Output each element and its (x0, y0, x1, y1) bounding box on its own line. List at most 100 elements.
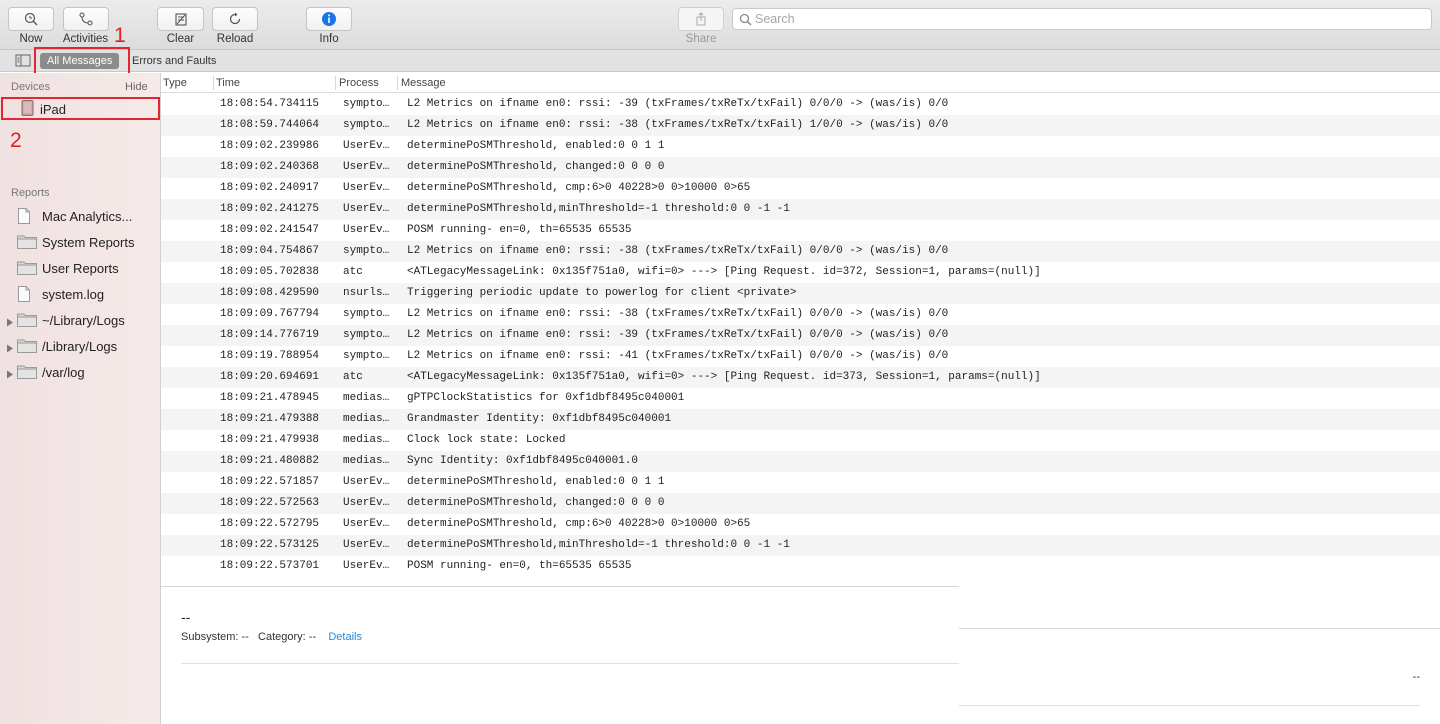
process-cell: sympto… (343, 98, 390, 110)
table-row[interactable]: 18:09:21.480882 medias… Sync Identity: 0xf… (161, 451, 1440, 472)
table-row[interactable]: 18:09:22.573701 UserEv… POSM running- en=0… (161, 556, 1440, 577)
table-row[interactable]: 18:09:20.694691 atc <ATLegacyMessageLink: … (161, 367, 1440, 388)
errors-faults-tab[interactable]: Errors and Faults (125, 53, 223, 69)
process-cell: UserEv… (343, 182, 390, 194)
time-cell: 18:09:21.479388 (220, 413, 320, 425)
process-cell: UserEv… (343, 140, 390, 152)
clear-button[interactable]: Clear (157, 0, 204, 50)
time-cell: 18:09:21.479938 (220, 434, 320, 446)
table-row[interactable]: 18:09:21.478945 medias… gPTPClockStatistic… (161, 388, 1440, 409)
table-row[interactable]: 18:09:22.571857 UserEv… determinePoSMThres… (161, 472, 1440, 493)
process-cell: sympto… (343, 245, 390, 257)
activities-label: Activities (62, 33, 109, 45)
column-header-message[interactable]: Message (401, 77, 446, 89)
process-cell: medias… (343, 392, 390, 404)
search-icon (739, 13, 752, 26)
detail-title: -- (181, 609, 191, 625)
message-cell: gPTPClockStatistics for 0xf1dbf8495c0400… (407, 392, 685, 404)
table-row[interactable]: 18:08:59.744064 sympto… L2 Metrics on ifna… (161, 115, 1440, 136)
table-row[interactable]: 18:09:04.754867 sympto… L2 Metrics on ifna… (161, 241, 1440, 262)
message-cell: L2 Metrics on ifname en0: rssi: -38 (txF… (407, 119, 949, 131)
table-row[interactable]: 18:09:22.572795 UserEv… determinePoSMThres… (161, 514, 1440, 535)
now-icon (8, 7, 54, 31)
time-cell: 18:09:02.240917 (220, 182, 320, 194)
search-input[interactable] (755, 11, 1415, 27)
message-cell: Sync Identity: 0xf1dbf8495c040001.0 (407, 455, 639, 467)
detail-divider (959, 705, 1420, 706)
sidebar-item-label: User Reports (42, 261, 119, 276)
log-table-body: 18:08:54.734115 sympto… L2 Metrics on ifna… (161, 94, 1440, 624)
table-row[interactable]: 18:09:02.241275 UserEv… determinePoSMThres… (161, 199, 1440, 220)
table-row[interactable]: 18:09:22.572563 UserEv… determinePoSMThres… (161, 493, 1440, 514)
details-link[interactable]: Details (328, 631, 362, 643)
table-row[interactable]: 18:09:02.240368 UserEv… determinePoSMThres… (161, 157, 1440, 178)
table-row[interactable]: 18:09:09.767794 sympto… L2 Metrics on ifna… (161, 304, 1440, 325)
now-button[interactable]: Now (8, 0, 54, 50)
table-row[interactable]: 18:08:54.734115 sympto… L2 Metrics on ifna… (161, 94, 1440, 115)
folder-icon (17, 364, 37, 382)
process-cell: sympto… (343, 329, 390, 341)
sidebar-item-label: system.log (42, 287, 105, 302)
sidebar-item-system-reports[interactable]: System Reports (0, 230, 160, 254)
message-cell: POSM running- en=0, th=65535 65535 (407, 224, 632, 236)
search-field[interactable] (732, 8, 1432, 30)
disclosure-triangle-icon[interactable] (6, 341, 14, 356)
detail-divider (181, 663, 959, 664)
time-cell: 18:09:02.241547 (220, 224, 320, 236)
sidebar-toggle-icon[interactable] (15, 54, 31, 70)
filter-bar: All Messages Errors and Faults (0, 47, 1440, 75)
column-header-type[interactable]: Type (163, 77, 187, 89)
info-label: Info (319, 33, 339, 45)
column-divider[interactable] (213, 76, 214, 90)
sidebar-item-user-reports[interactable]: User Reports (0, 256, 160, 280)
time-cell: 18:09:14.776719 (220, 329, 320, 341)
column-divider[interactable] (397, 76, 398, 90)
column-divider[interactable] (335, 76, 336, 90)
table-row[interactable]: 18:09:14.776719 sympto… L2 Metrics on ifna… (161, 325, 1440, 346)
message-cell: determinePoSMThreshold, enabled:0 0 1 1 (407, 140, 665, 152)
sidebar-item-mac-analytics[interactable]: Mac Analytics... (0, 204, 160, 228)
message-cell: L2 Metrics on ifname en0: rssi: -39 (txF… (407, 329, 949, 341)
process-cell: medias… (343, 455, 390, 467)
column-header-time[interactable]: Time (216, 77, 240, 89)
document-icon (17, 208, 31, 227)
info-button[interactable]: Info (306, 0, 352, 50)
table-row[interactable]: 18:09:21.479388 medias… Grandmaster Identi… (161, 409, 1440, 430)
message-cell: L2 Metrics on ifname en0: rssi: -41 (txF… (407, 350, 949, 362)
table-row[interactable]: 18:09:22.573125 UserEv… determinePoSMThres… (161, 535, 1440, 556)
column-header-process[interactable]: Process (339, 77, 379, 89)
table-row[interactable]: 18:09:05.702838 atc <ATLegacyMessageLink: … (161, 262, 1440, 283)
table-row[interactable]: 18:09:02.241547 UserEv… POSM running- en=0… (161, 220, 1440, 241)
disclosure-triangle-icon[interactable] (6, 315, 14, 330)
detail-right-value: -- (1412, 671, 1420, 683)
reload-label: Reload (216, 33, 254, 45)
process-cell: UserEv… (343, 539, 390, 551)
sidebar-item-user-library-logs[interactable]: ~/Library/Logs (0, 308, 160, 332)
table-row[interactable]: 18:09:21.479938 medias… Clock lock state: … (161, 430, 1440, 451)
hide-devices-button[interactable]: Hide (125, 81, 148, 93)
disclosure-triangle-icon[interactable] (6, 367, 14, 382)
time-cell: 18:09:08.429590 (220, 287, 320, 299)
sidebar-item-library-logs[interactable]: /Library/Logs (0, 334, 160, 358)
table-row[interactable]: 18:09:02.240917 UserEv… determinePoSMThres… (161, 178, 1440, 199)
sidebar-highlight-overlay (0, 73, 160, 724)
table-row[interactable]: 18:09:19.788954 sympto… L2 Metrics on ifna… (161, 346, 1440, 367)
message-cell: determinePoSMThreshold, cmp:6>0 40228>0 … (407, 518, 751, 530)
table-row[interactable]: 18:09:02.239986 UserEv… determinePoSMThres… (161, 136, 1440, 157)
info-icon (306, 7, 352, 31)
sidebar-item-system-log[interactable]: system.log (0, 282, 160, 306)
message-cell: Clock lock state: Locked (407, 434, 566, 446)
time-cell: 18:08:54.734115 (220, 98, 320, 110)
sidebar-item-label: /var/log (42, 365, 85, 380)
sidebar-item-var-log[interactable]: /var/log (0, 360, 160, 384)
time-cell: 18:09:22.573125 (220, 539, 320, 551)
share-icon (678, 7, 724, 31)
now-label: Now (19, 33, 43, 45)
activities-button[interactable]: Activities (62, 0, 109, 50)
reload-button[interactable]: Reload (212, 0, 258, 50)
highlight-box-ipad (1, 97, 160, 120)
share-button[interactable]: Share (678, 0, 724, 50)
table-row[interactable]: 18:09:08.429590 nsurls… Triggering periodi… (161, 283, 1440, 304)
process-cell: UserEv… (343, 476, 390, 488)
time-cell: 18:09:22.571857 (220, 476, 320, 488)
